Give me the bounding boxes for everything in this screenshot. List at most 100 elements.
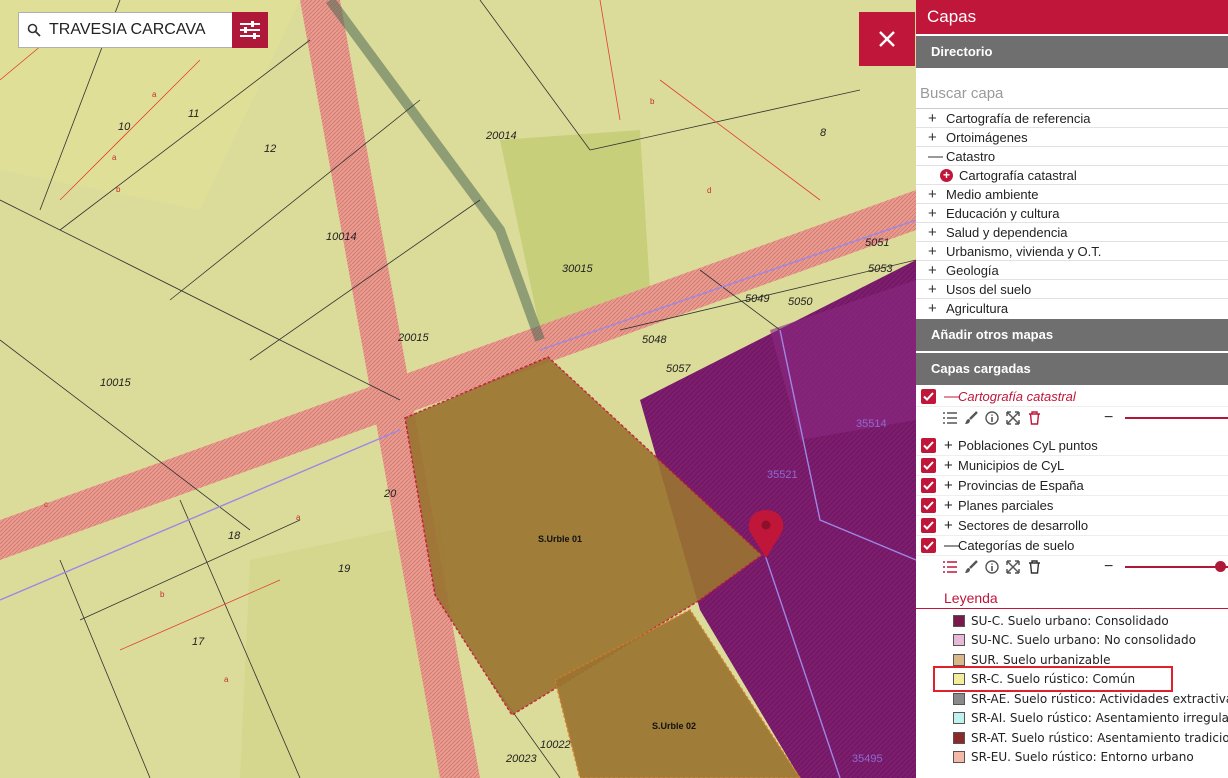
loaded-layer-row[interactable]: + Provincias de España [916, 476, 1228, 496]
checkbox-checked[interactable] [921, 478, 936, 493]
checkbox-checked[interactable] [921, 498, 936, 513]
loaded-layer-row[interactable]: — Cartografía catastral [916, 387, 1228, 407]
expand-icon[interactable]: + [928, 300, 946, 317]
minus-icon[interactable]: − [1104, 409, 1113, 427]
opacity-slider[interactable]: − [1104, 407, 1228, 429]
list-icon[interactable] [942, 559, 958, 575]
opacity-slider[interactable]: − [1104, 556, 1228, 578]
checkbox-checked[interactable] [921, 538, 936, 553]
brush-icon[interactable] [963, 410, 979, 426]
zone-label: S.Urble 01 [538, 534, 582, 544]
parcel-label: 10022 [540, 739, 571, 751]
zoom-extent-icon[interactable] [1005, 559, 1021, 575]
trash-icon[interactable] [1026, 559, 1042, 575]
directory-item-label: Salud y dependencia [946, 224, 1068, 240]
parcel-label: 20014 [485, 130, 517, 142]
sub-parcel-label: b [650, 97, 655, 106]
zoom-extent-icon[interactable] [1005, 410, 1021, 426]
legend-label: SU-NC. Suelo urbano: No consolidado [971, 633, 1196, 648]
loaded-layer-row[interactable]: — Categorías de suelo [916, 536, 1228, 556]
map-canvas[interactable]: 10 11 12 20014 8 10014 30015 5051 5053 5049 5050 50… [0, 0, 916, 778]
collapse-icon[interactable]: — [928, 148, 946, 165]
loaded-layer-row[interactable]: + Municipios de CyL [916, 456, 1228, 476]
layer-label: Municipios de CyL [958, 458, 1065, 473]
expand-icon[interactable]: + [928, 262, 946, 279]
parcel-label: 11 [188, 108, 199, 120]
directory-list[interactable]: + Cartografía de referencia + Ortoimágenes —… [916, 109, 1228, 317]
directory-item[interactable]: — Catastro [916, 147, 1228, 166]
sub-parcel-label: a [112, 153, 117, 162]
sub-parcel-label: c [44, 500, 48, 509]
directory-item[interactable]: + Usos del suelo [916, 280, 1228, 299]
layer-label: Sectores de desarrollo [958, 518, 1089, 533]
directory-section-header[interactable]: Directorio [916, 36, 1228, 68]
map-view[interactable]: 10 11 12 20014 8 10014 30015 5051 5053 5049 5050 50… [0, 0, 916, 778]
legend-swatch [953, 731, 965, 744]
expand-icon[interactable]: + [928, 243, 946, 260]
layer-search-field[interactable]: Buscar capa [916, 68, 1228, 109]
collapse-icon[interactable]: — [944, 537, 959, 554]
parcel-label: 19 [338, 563, 350, 575]
directory-item[interactable]: + Cartografía catastral [916, 166, 1228, 185]
directory-item[interactable]: + Medio ambiente [916, 185, 1228, 204]
check-icon [923, 441, 934, 450]
legend-label: SU-C. Suelo urbano: Consolidado [971, 613, 1169, 628]
expand-icon[interactable]: + [928, 110, 946, 127]
expand-icon[interactable]: + [944, 457, 958, 474]
filter-settings-button[interactable] [232, 12, 268, 48]
parcel-label: 5050 [788, 296, 813, 308]
directory-item[interactable]: + Agricultura [916, 299, 1228, 317]
cadastral-ref-label: 35495 [852, 753, 883, 765]
expand-icon[interactable]: + [944, 437, 958, 454]
parcel-label: 10015 [100, 377, 131, 389]
trash-icon[interactable] [1026, 410, 1042, 426]
search-bar[interactable] [18, 12, 268, 48]
directory-item-label: Urbanismo, vivienda y O.T. [946, 243, 1102, 259]
list-icon[interactable] [942, 410, 958, 426]
close-panel-button[interactable] [859, 12, 915, 66]
sub-parcel-label: a [224, 675, 229, 684]
expand-icon[interactable]: + [928, 129, 946, 146]
loaded-layer-row[interactable]: + Poblaciones CyL puntos [916, 436, 1228, 456]
loaded-layer-row[interactable]: + Sectores de desarrollo [916, 516, 1228, 536]
sub-parcel-label: d [707, 186, 711, 195]
expand-icon[interactable]: + [944, 497, 958, 514]
directory-item[interactable]: + Salud y dependencia [916, 223, 1228, 242]
checkbox-checked[interactable] [921, 389, 936, 404]
expand-icon[interactable]: + [944, 477, 958, 494]
directory-item[interactable]: + Cartografía de referencia [916, 109, 1228, 128]
directory-item[interactable]: + Ortoimágenes [916, 128, 1228, 147]
expand-icon[interactable]: + [928, 186, 946, 203]
loaded-layers-header[interactable]: Capas cargadas [916, 353, 1228, 385]
directory-item-label: Geología [946, 262, 999, 278]
expand-icon[interactable]: + [928, 224, 946, 241]
parcel-label: 10014 [326, 231, 357, 243]
brush-icon[interactable] [963, 559, 979, 575]
expand-icon[interactable]: + [944, 517, 958, 534]
add-other-maps-header[interactable]: Añadir otros mapas [916, 319, 1228, 351]
checkbox-checked[interactable] [921, 518, 936, 533]
expand-icon[interactable]: + [928, 205, 946, 222]
minus-icon[interactable]: − [1104, 558, 1113, 576]
loaded-layer-row[interactable]: + Planes parciales [916, 496, 1228, 516]
checkbox-checked[interactable] [921, 438, 936, 453]
add-layer-icon[interactable]: + [940, 168, 953, 182]
legend-label: SR-EU. Suelo rústico: Entorno urbano [971, 750, 1194, 765]
layers-panel: Capas Directorio Buscar capa + Cartografí… [916, 0, 1228, 778]
collapse-icon[interactable]: — [944, 388, 959, 405]
info-icon[interactable] [984, 410, 1000, 426]
slider-handle[interactable] [1215, 561, 1226, 572]
checkbox-checked[interactable] [921, 458, 936, 473]
expand-icon[interactable]: + [928, 281, 946, 298]
directory-item[interactable]: + Educación y cultura [916, 204, 1228, 223]
check-icon [923, 541, 934, 550]
legend-label: SR-AE. Suelo rústico: Actividades extrac… [971, 691, 1228, 706]
info-icon[interactable] [984, 559, 1000, 575]
search-input[interactable] [49, 21, 229, 39]
check-icon [923, 392, 934, 401]
legend-label: SUR. Suelo urbanizable [971, 652, 1111, 667]
check-icon [923, 461, 934, 470]
directory-item[interactable]: + Geología [916, 261, 1228, 280]
directory-item[interactable]: + Urbanismo, vivienda y O.T. [916, 242, 1228, 261]
legend-swatch [953, 614, 965, 627]
